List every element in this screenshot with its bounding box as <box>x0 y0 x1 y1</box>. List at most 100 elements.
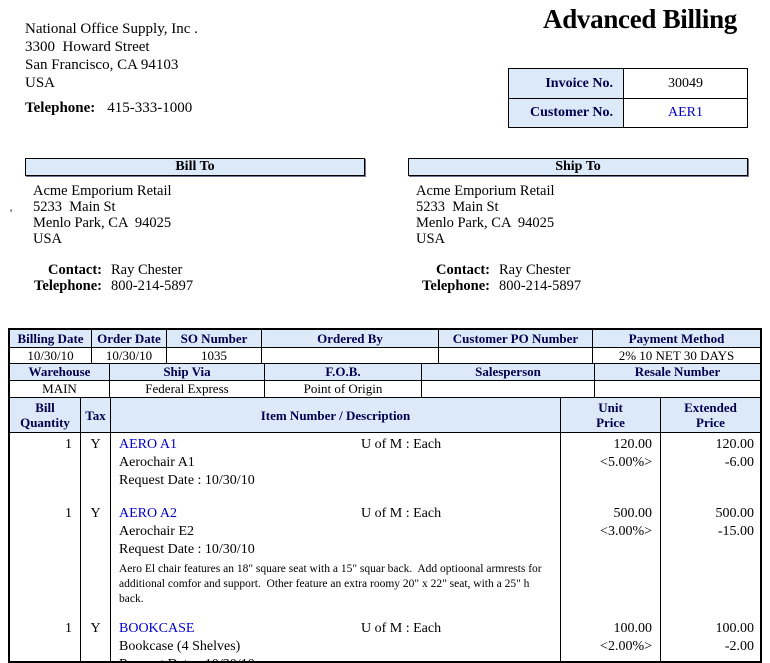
salesperson-value <box>422 381 595 397</box>
ship-to-address-line: 5233 Main St <box>416 199 748 215</box>
bill-to-contact-label: Contact: <box>33 262 102 278</box>
invoice-number-box: Invoice No. 30049 Customer No. AER1 <box>508 68 748 128</box>
item-extended-price: 120.00 <box>661 436 754 454</box>
header-extended-price: Extended Price <box>661 398 760 432</box>
item-code-link[interactable]: AERO A1 <box>119 437 177 452</box>
company-address-line: 3300 Howard Street <box>25 38 198 56</box>
order-header-row-1: Billing Date Order Date SO Number Ordere… <box>10 330 760 348</box>
company-address-line: San Francisco, CA 94103 <box>25 56 198 74</box>
item-extended-price: 100.00 <box>661 620 754 638</box>
items-header-row: Bill Quantity Tax Item Number / Descript… <box>10 398 760 433</box>
item-unit-discount: <2.00%> <box>561 638 652 656</box>
invoice-no-row: Invoice No. 30049 <box>509 69 747 98</box>
bill-to-address-line: Menlo Park, CA 94025 <box>33 215 365 231</box>
customer-no-row: Customer No. AER1 <box>509 98 747 127</box>
header-ordered-by: Ordered By <box>262 330 439 347</box>
item-unit-price: 500.00 <box>561 505 652 523</box>
line-item: 1 Y AERO A2U of M : Each Aerochair E2 Re… <box>10 502 760 617</box>
bill-to-address-line: USA <box>33 231 365 247</box>
bill-to-section: Bill To Acme Emporium Retail 5233 Main S… <box>25 158 365 294</box>
item-long-description: Aero El chair features an 18" square sea… <box>119 562 560 607</box>
company-telephone-value: 415-333-1000 <box>107 100 192 116</box>
company-block: National Office Supply, Inc . 3300 Howar… <box>25 20 198 117</box>
item-tax: Y <box>81 433 111 502</box>
item-unit-price-cell: 100.00 <2.00%> <box>561 617 661 661</box>
page-title: Advanced Billing <box>543 4 737 35</box>
item-description-cell: AERO A1 U of M : Each Aerochair A1 Reques… <box>111 433 561 502</box>
company-telephone-label: Telephone: <box>25 100 95 116</box>
item-qty: 1 <box>10 617 81 661</box>
item-extended-discount: -2.00 <box>661 638 754 656</box>
item-qty: 1 <box>10 502 81 617</box>
order-header-row-2: Warehouse Ship Via F.O.B. Salesperson Re… <box>10 364 760 381</box>
header-item-description: Item Number / Description <box>111 398 561 432</box>
item-tax: Y <box>81 617 111 661</box>
ship-to-telephone-value: 800-214-5897 <box>499 278 581 294</box>
header-fob: F.O.B. <box>265 364 422 380</box>
header-order-date: Order Date <box>92 330 167 347</box>
header-payment-method: Payment Method <box>593 330 760 347</box>
resale-number-value <box>595 381 760 397</box>
line-item: 1 Y BOOKCASE U of M : Each Bookcase (4 Sh… <box>10 617 760 661</box>
header-tax: Tax <box>81 398 111 432</box>
header-resale-number: Resale Number <box>595 364 760 380</box>
order-table: Billing Date Order Date SO Number Ordere… <box>8 328 762 663</box>
order-values-row-1: 10/30/10 10/30/10 1035 2% 10 NET 30 DAYS <box>10 348 760 364</box>
item-code-link[interactable]: AERO A2 <box>119 506 177 521</box>
bill-to-header: Bill To <box>25 158 365 176</box>
item-extended-price-cell: 100.00 -2.00 <box>661 617 760 661</box>
item-description-cell: BOOKCASE U of M : Each Bookcase (4 Shelve… <box>111 617 561 661</box>
header-billing-date: Billing Date <box>10 330 92 347</box>
item-unit-price-cell: 500.00 <3.00%> <box>561 502 661 617</box>
items-body: 1 Y AERO A1 U of M : Each Aerochair A1 Re… <box>10 433 760 661</box>
item-uom: U of M : Each <box>361 620 441 638</box>
item-request-date: Request Date : 10/30/10 <box>119 472 560 490</box>
item-name: Bookcase (4 Shelves) <box>119 638 560 656</box>
ordered-by-value <box>262 348 439 363</box>
invoice-no-label: Invoice No. <box>509 69 624 98</box>
item-qty: 1 <box>10 433 81 502</box>
order-date-value: 10/30/10 <box>92 348 167 363</box>
item-unit-price: 120.00 <box>561 436 652 454</box>
warehouse-value: MAIN <box>10 381 110 397</box>
bill-to-name: Acme Emporium Retail <box>33 183 365 199</box>
ship-to-section: Ship To Acme Emporium Retail 5233 Main S… <box>408 158 748 294</box>
customer-po-number-value <box>439 348 593 363</box>
item-name: Aerochair A1 <box>119 454 560 472</box>
item-extended-price: 500.00 <box>661 505 754 523</box>
ship-to-header: Ship To <box>408 158 748 176</box>
bill-to-telephone-label: Telephone: <box>33 278 102 294</box>
line-item: 1 Y AERO A1 U of M : Each Aerochair A1 Re… <box>10 433 760 502</box>
header-salesperson: Salesperson <box>422 364 595 380</box>
so-number-value: 1035 <box>167 348 262 363</box>
company-address-line: USA <box>25 74 198 92</box>
customer-no-label: Customer No. <box>509 99 624 127</box>
item-extended-price-cell: 500.00 -15.00 <box>661 502 760 617</box>
item-extended-discount: -6.00 <box>661 454 754 472</box>
ship-via-value: Federal Express <box>110 381 265 397</box>
item-uom: U of M : Each <box>361 436 441 454</box>
stray-mark: ' <box>10 206 12 221</box>
item-uom: U of M : Each <box>361 505 441 523</box>
bill-to-telephone-value: 800-214-5897 <box>111 278 193 294</box>
item-extended-price-cell: 120.00 -6.00 <box>661 433 760 502</box>
item-unit-price: 100.00 <box>561 620 652 638</box>
header-customer-po-number: Customer PO Number <box>439 330 593 347</box>
item-unit-discount: <5.00%> <box>561 454 652 472</box>
billing-date-value: 10/30/10 <box>10 348 92 363</box>
item-code-link[interactable]: BOOKCASE <box>119 621 194 636</box>
ship-to-name: Acme Emporium Retail <box>416 183 748 199</box>
ship-to-telephone-label: Telephone: <box>416 278 490 294</box>
fob-value: Point of Origin <box>265 381 422 397</box>
item-request-date: Request Date : 10/30/10 <box>119 656 560 661</box>
bill-to-address-line: 5233 Main St <box>33 199 365 215</box>
header-warehouse: Warehouse <box>10 364 110 380</box>
customer-no-link[interactable]: AER1 <box>624 99 747 127</box>
item-unit-price-cell: 120.00 <5.00%> <box>561 433 661 502</box>
item-name: Aerochair E2 <box>119 523 560 541</box>
company-name: National Office Supply, Inc . <box>25 20 198 38</box>
bill-to-contact-value: Ray Chester <box>111 262 182 278</box>
item-extended-discount: -15.00 <box>661 523 754 541</box>
ship-to-contact-label: Contact: <box>416 262 490 278</box>
item-description-cell: AERO A2U of M : Each Aerochair E2 Reques… <box>111 502 561 617</box>
